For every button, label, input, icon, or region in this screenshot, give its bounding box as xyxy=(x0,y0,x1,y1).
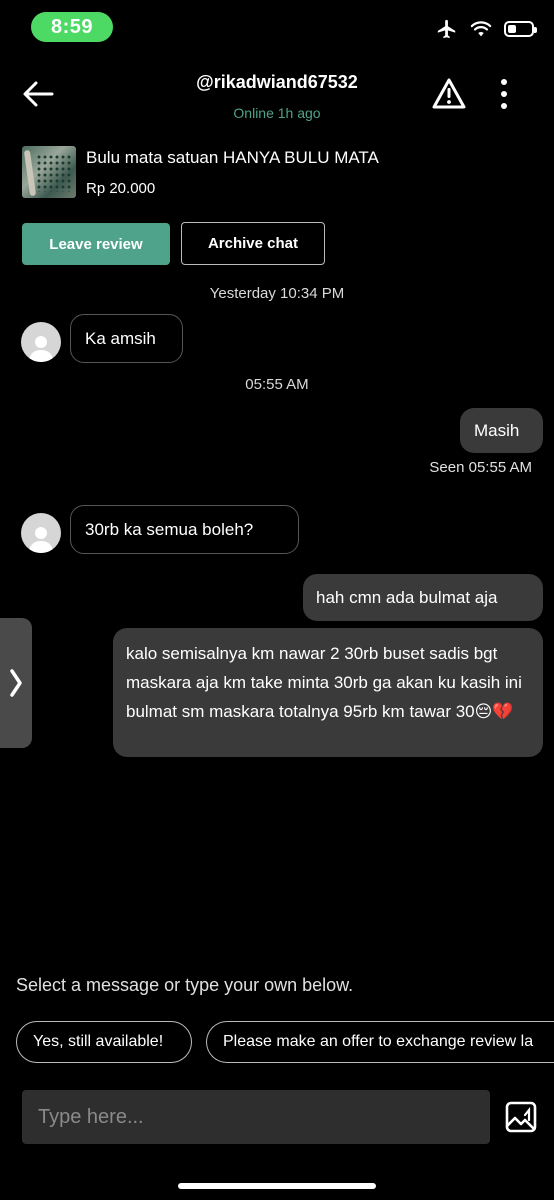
message-bubble-incoming[interactable]: 30rb ka semua boleh? xyxy=(70,505,299,554)
user-icon xyxy=(29,336,53,362)
message-bubble-incoming[interactable]: Ka amsih xyxy=(70,314,183,363)
status-icons xyxy=(436,18,537,40)
side-drawer-toggle[interactable] xyxy=(0,618,32,748)
avatar[interactable] xyxy=(21,513,61,553)
battery-icon xyxy=(504,21,537,37)
avatar[interactable] xyxy=(21,322,61,362)
quick-reply-chip[interactable]: Please make an offer to exchange review … xyxy=(206,1021,554,1063)
message-bubble-outgoing[interactable]: kalo semisalnya km nawar 2 30rb buset sa… xyxy=(113,628,543,757)
chat-username[interactable]: @rikadwiand67532 xyxy=(0,72,554,93)
warning-icon[interactable] xyxy=(431,77,467,111)
user-icon xyxy=(29,527,53,553)
image-upload-icon[interactable] xyxy=(503,1099,539,1135)
timestamp: Yesterday 10:34 PM xyxy=(209,285,345,302)
product-title[interactable]: Bulu mata satuan HANYA BULU MATA xyxy=(86,148,379,168)
status-time: 8:59 xyxy=(31,12,113,42)
more-options-icon[interactable] xyxy=(494,78,514,112)
quick-reply-chip[interactable]: Yes, still available! xyxy=(16,1021,192,1063)
seen-status: Seen 05:55 AM xyxy=(429,459,532,476)
message-input[interactable] xyxy=(22,1090,490,1144)
message-bubble-outgoing[interactable]: Masih xyxy=(460,408,543,453)
timestamp: 05:55 AM xyxy=(245,376,309,393)
quick-reply-hint: Select a message or type your own below. xyxy=(16,975,354,995)
online-status: Online 1h ago xyxy=(233,105,321,121)
wifi-icon xyxy=(470,21,492,37)
product-price: Rp 20.000 xyxy=(86,180,156,197)
leave-review-button[interactable]: Leave review xyxy=(22,223,170,265)
message-bubble-outgoing[interactable]: hah cmn ada bulmat aja xyxy=(303,574,543,621)
archive-chat-button[interactable]: Archive chat xyxy=(181,222,325,265)
home-indicator[interactable] xyxy=(178,1183,376,1189)
product-thumbnail[interactable] xyxy=(22,146,76,198)
chevron-right-icon xyxy=(10,669,22,697)
airplane-icon xyxy=(437,19,456,39)
